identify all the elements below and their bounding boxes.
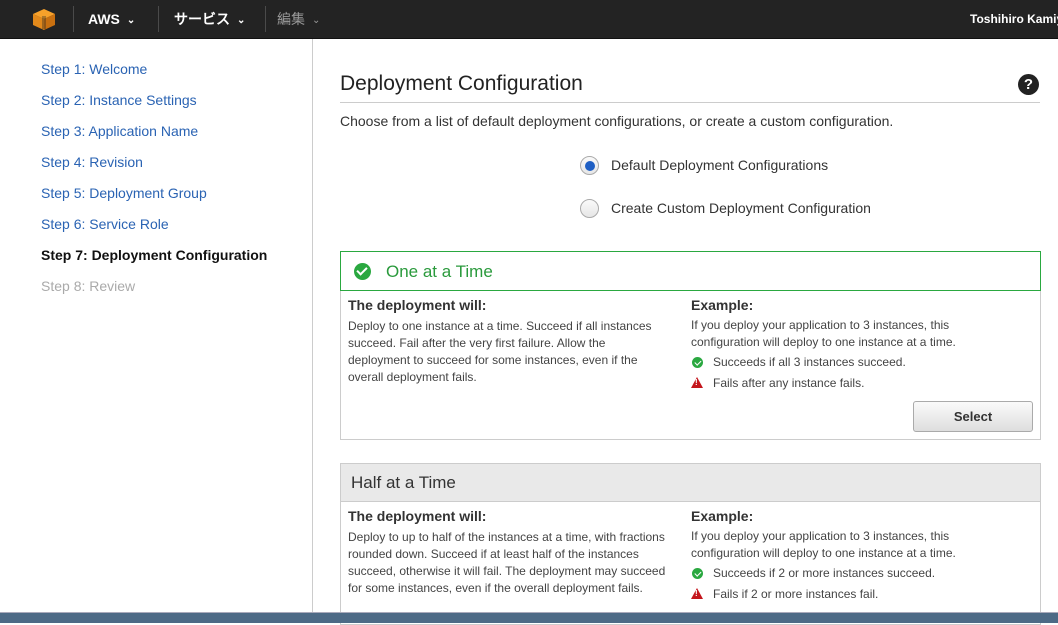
divider <box>340 102 1040 103</box>
edit-menu-label: 編集 <box>277 11 305 27</box>
divider <box>73 6 74 32</box>
example-text: If you deploy your application to 3 inst… <box>691 318 956 349</box>
success-icon <box>692 568 703 579</box>
success-text: Succeeds if 2 or more instances succeed. <box>713 566 936 580</box>
divider <box>158 6 159 32</box>
success-text: Succeeds if all 3 instances succeed. <box>713 355 906 369</box>
failure-text: Fails if 2 or more instances fail. <box>713 587 879 601</box>
warning-icon <box>691 588 703 599</box>
config-card-one-at-a-time[interactable]: One at a Time The deployment will: Deplo… <box>340 251 1041 440</box>
deployment-heading: The deployment will: <box>348 297 487 313</box>
check-circle-icon <box>354 263 371 280</box>
success-icon <box>692 357 703 368</box>
config-card-title: Half at a Time <box>351 473 456 492</box>
example-heading: Example: <box>691 508 754 524</box>
aws-menu-label: AWS <box>88 11 120 27</box>
sidebar-step-service-role[interactable]: Step 6: Service Role <box>41 216 169 232</box>
page-title: Deployment Configuration <box>340 72 583 95</box>
chevron-down-icon: ⌄ <box>312 15 321 26</box>
user-menu[interactable]: Toshihiro Kamiya <box>970 0 1058 38</box>
option-label: Create Custom Deployment Configuration <box>611 200 871 216</box>
taskbar-edge <box>0 612 1058 623</box>
divider <box>265 6 266 32</box>
chevron-down-icon: ⌄ <box>126 15 136 26</box>
sidebar-step-welcome[interactable]: Step 1: Welcome <box>41 61 147 77</box>
radio-button[interactable] <box>580 199 599 218</box>
sidebar-step-review: Step 8: Review <box>41 278 136 294</box>
services-menu[interactable]: サービス ⌄ <box>174 0 245 38</box>
select-button[interactable]: Select <box>913 401 1033 432</box>
page-description: Choose from a list of default deployment… <box>340 113 894 129</box>
warning-icon <box>691 377 703 388</box>
config-card-header: One at a Time <box>340 251 1041 291</box>
aws-menu[interactable]: AWS ⌄ <box>88 0 135 38</box>
sidebar-step-application-name[interactable]: Step 3: Application Name <box>41 123 198 139</box>
option-label: Default Deployment Configurations <box>611 157 829 173</box>
deployment-heading: The deployment will: <box>348 508 487 524</box>
deployment-text: Deploy to one instance at a time. Succee… <box>348 319 652 384</box>
aws-cube-icon[interactable] <box>24 7 64 31</box>
chevron-down-icon: ⌄ <box>237 15 246 26</box>
sidebar-step-revision[interactable]: Step 4: Revision <box>41 154 143 170</box>
deployment-text: Deploy to up to half of the instances at… <box>348 530 666 595</box>
config-card-header: Half at a Time <box>341 464 1040 502</box>
help-icon[interactable]: ? <box>1018 74 1039 95</box>
radio-button-selected[interactable] <box>580 156 599 175</box>
top-navigation-bar: AWS ⌄ サービス ⌄ 編集 ⌄ Toshihiro Kamiya <box>0 0 1058 39</box>
sidebar-step-deployment-configuration: Step 7: Deployment Configuration <box>41 247 268 263</box>
services-menu-label: サービス <box>174 11 230 27</box>
sidebar-step-deployment-group[interactable]: Step 5: Deployment Group <box>41 185 207 201</box>
config-card-title: One at a Time <box>386 262 493 281</box>
failure-text: Fails after any instance fails. <box>713 376 865 390</box>
edit-menu[interactable]: 編集 ⌄ <box>277 0 320 38</box>
config-card-half-at-a-time[interactable]: Half at a Time The deployment will: Depl… <box>340 463 1041 625</box>
sidebar-step-instance-settings[interactable]: Step 2: Instance Settings <box>41 92 197 108</box>
example-heading: Example: <box>691 297 754 313</box>
example-text: If you deploy your application to 3 inst… <box>691 529 956 560</box>
